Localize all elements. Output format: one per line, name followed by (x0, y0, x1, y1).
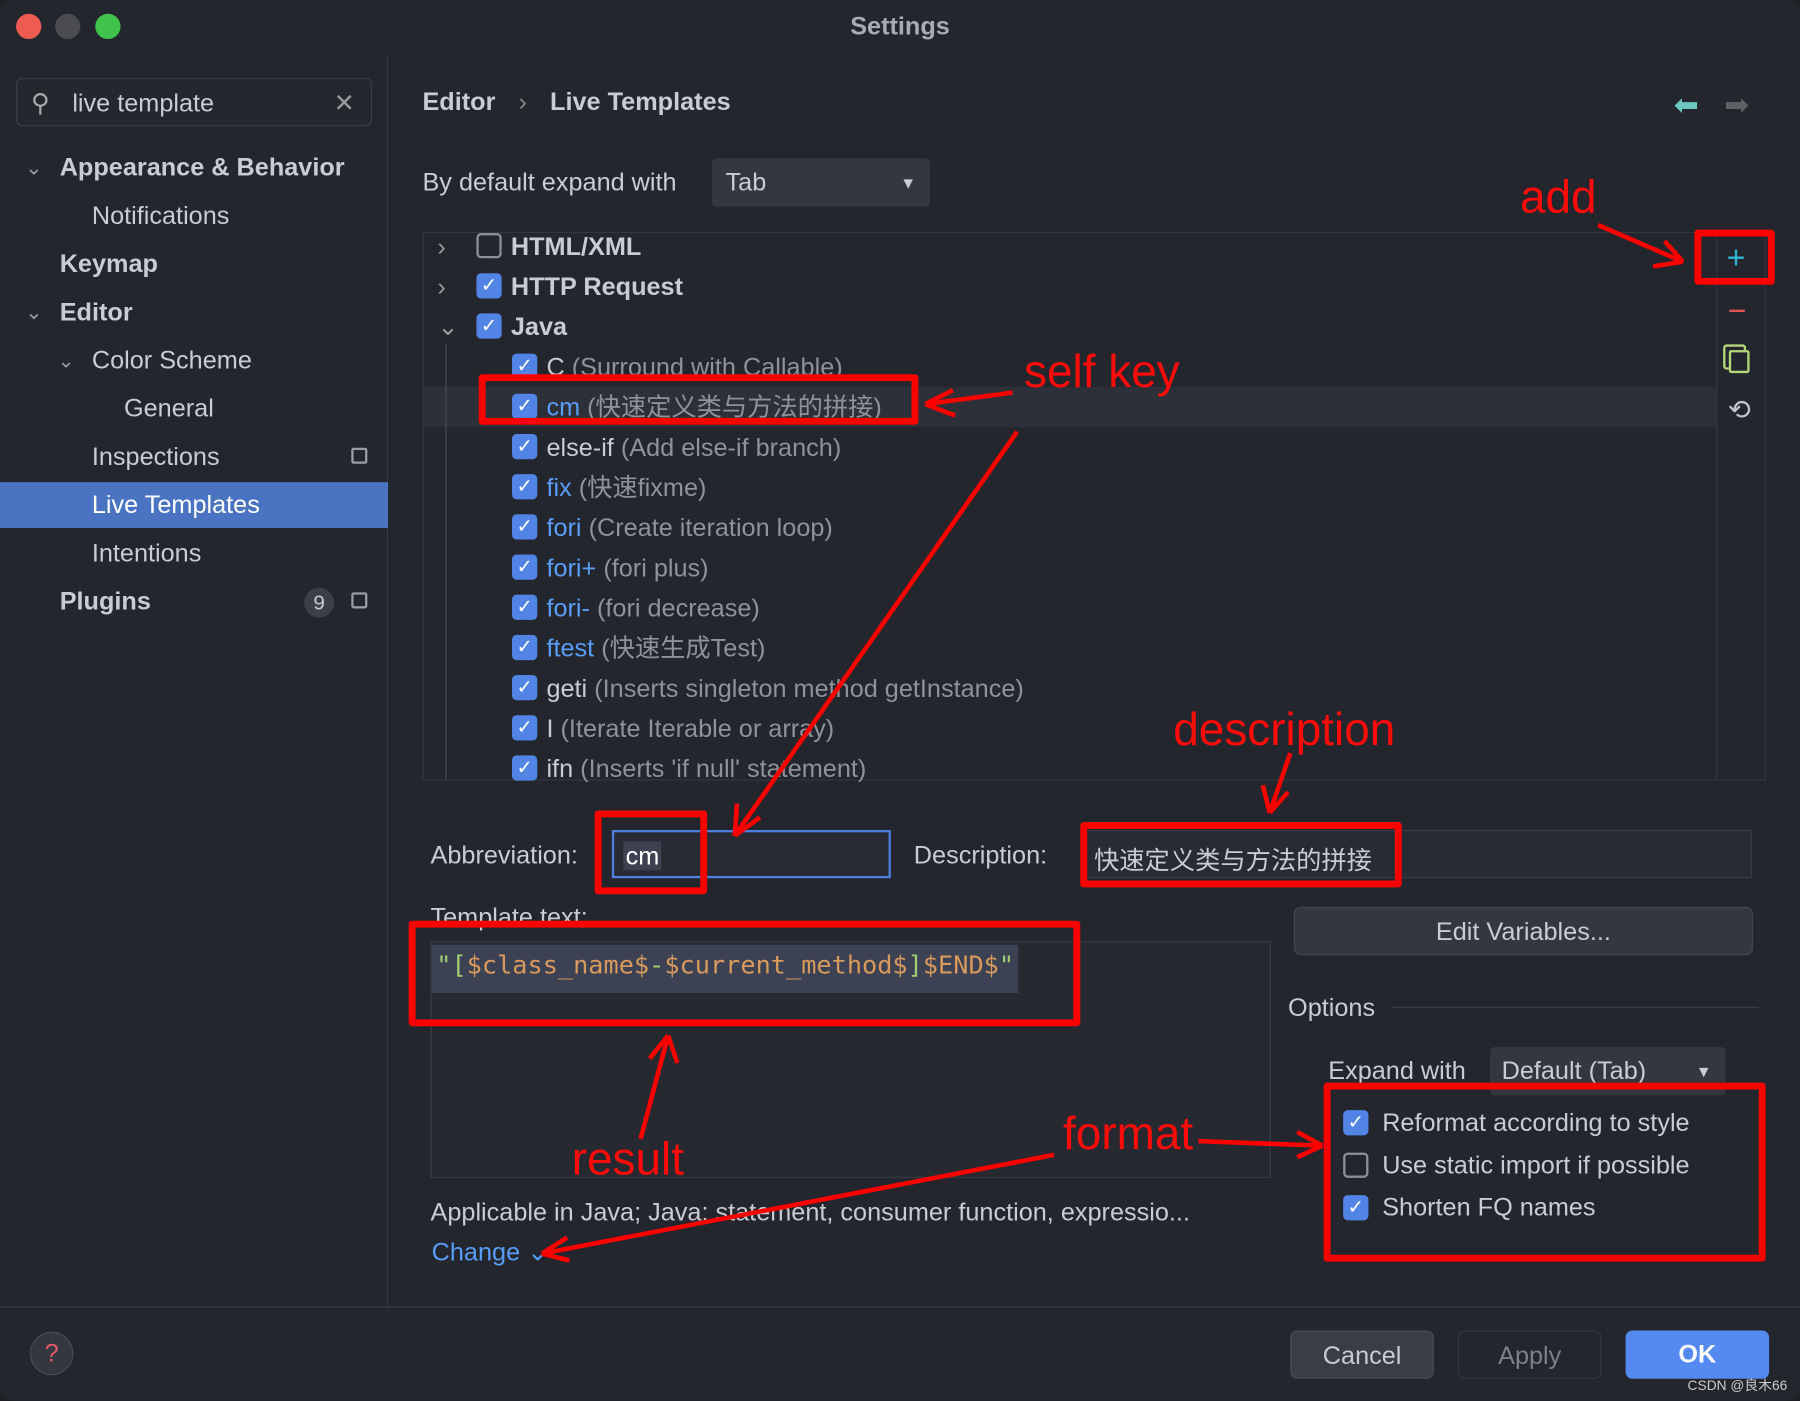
arrow-result (638, 1034, 680, 1140)
settings-window: Settings ⚲ live template ✕ ⌄ Appearance &… (0, 0, 1800, 1401)
arrow-add (1597, 222, 1685, 269)
arrow-description (1260, 752, 1293, 815)
arrow-format (1198, 1129, 1324, 1160)
annotation-arrows (540, 222, 1685, 1263)
arrow-self-key (924, 388, 1013, 418)
arrow-abbreviation (732, 430, 1020, 838)
arrow-change (540, 1152, 1055, 1263)
